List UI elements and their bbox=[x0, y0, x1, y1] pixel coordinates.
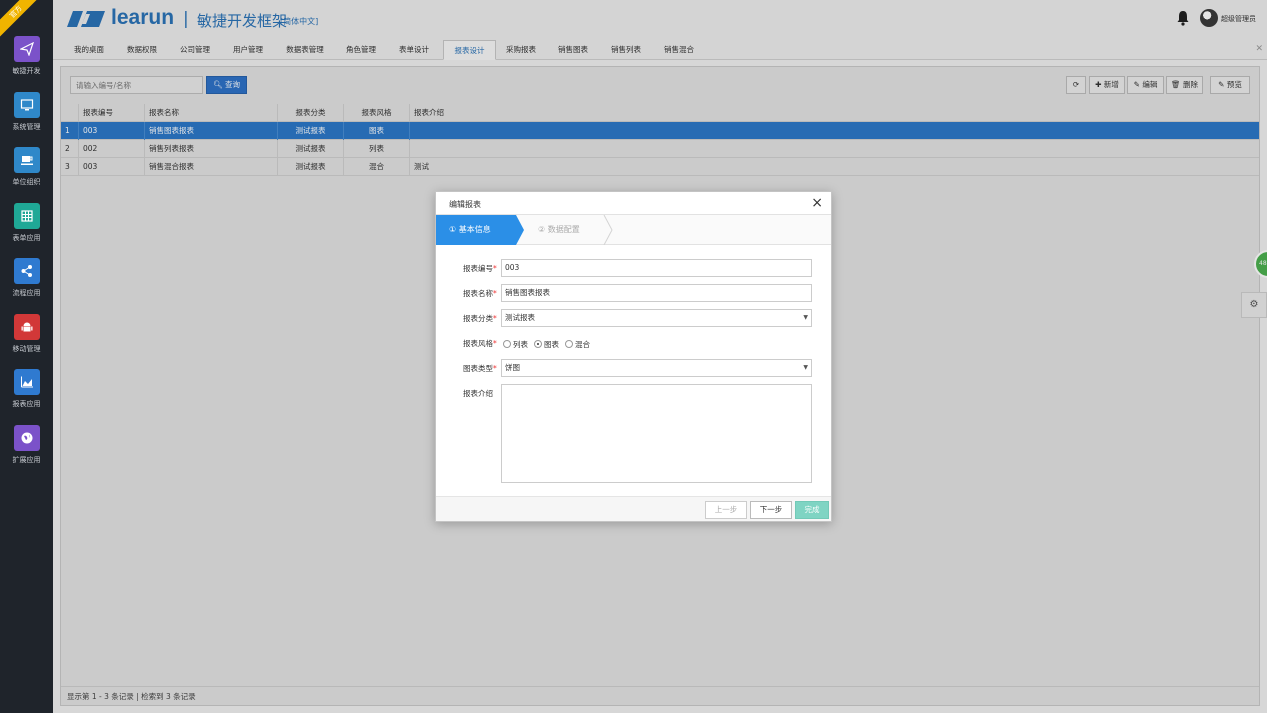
sidebar-item-label: 扩展应用 bbox=[12, 456, 41, 464]
code-label: 报表编号* bbox=[463, 264, 497, 273]
wizard-steps: ① 基本信息 ② 数据配置 bbox=[436, 215, 831, 245]
table-icon bbox=[13, 203, 40, 229]
required-mark: * bbox=[493, 339, 497, 348]
step-data-config[interactable]: ② 数据配置 bbox=[538, 215, 580, 245]
report-name-input[interactable]: 销售图表报表 bbox=[501, 284, 812, 302]
finish-button[interactable]: 完成 bbox=[795, 501, 829, 519]
official-badge: 官方 bbox=[0, 0, 40, 40]
prev-step-button[interactable]: 上一步 bbox=[705, 501, 747, 519]
dialog-title: 编辑报表 bbox=[449, 200, 481, 209]
dialog-footer: 上一步 下一步 完成 bbox=[436, 496, 831, 521]
name-label: 报表名称* bbox=[463, 289, 497, 298]
share-icon bbox=[13, 258, 40, 284]
desc-label: 报表介绍 bbox=[463, 389, 493, 398]
globe-icon bbox=[13, 425, 40, 451]
sidebar-item-label: 敏捷开发 bbox=[12, 67, 41, 75]
chart-type-select[interactable]: 饼图 ▼ bbox=[501, 359, 812, 377]
sidebar-item-form-app[interactable]: 表单应用 bbox=[0, 203, 53, 253]
next-step-button[interactable]: 下一步 bbox=[750, 501, 792, 519]
required-mark: * bbox=[493, 289, 497, 298]
sidebar-item-mobile[interactable]: 移动管理 bbox=[0, 314, 53, 364]
radio-button[interactable] bbox=[503, 340, 511, 348]
style-option-chart[interactable]: 图表 bbox=[534, 339, 559, 350]
chart-type-label: 图表类型* bbox=[463, 364, 497, 373]
left-sidebar: 官方 敏捷开发 系统管理 单位组织 表单应用 流程应用 移动管理 报表应用 扩展… bbox=[0, 0, 53, 713]
sidebar-item-label: 流程应用 bbox=[12, 289, 41, 297]
coffee-icon bbox=[13, 147, 40, 173]
close-icon[interactable]: × bbox=[811, 195, 823, 211]
style-option-list[interactable]: 列表 bbox=[503, 339, 528, 350]
required-mark: * bbox=[493, 264, 497, 273]
official-badge-text: 官方 bbox=[0, 0, 40, 38]
report-style-radio-group: 列表 图表 混合 bbox=[503, 338, 596, 350]
sidebar-item-label: 系统管理 bbox=[12, 123, 41, 131]
paper-plane-icon bbox=[13, 36, 40, 62]
required-mark: * bbox=[493, 364, 497, 373]
sidebar-item-report-app[interactable]: 报表应用 bbox=[0, 369, 53, 419]
sidebar-item-agile-dev[interactable]: 敏捷开发 bbox=[0, 36, 53, 86]
sidebar-item-extend-app[interactable]: 扩展应用 bbox=[0, 425, 53, 475]
sidebar-item-org[interactable]: 单位组织 bbox=[0, 147, 53, 197]
radio-button[interactable] bbox=[565, 340, 573, 348]
area-chart-icon bbox=[13, 369, 40, 395]
edit-report-dialog: 编辑报表 × ① 基本信息 ② 数据配置 报表编号* 003 报表名称* 销售图… bbox=[435, 191, 832, 522]
report-desc-textarea[interactable] bbox=[501, 384, 812, 483]
sidebar-item-label: 单位组织 bbox=[12, 178, 41, 186]
chart-type-selected-value: 饼图 bbox=[505, 363, 520, 372]
sidebar-item-label: 移动管理 bbox=[12, 345, 41, 353]
android-icon bbox=[13, 314, 40, 340]
category-selected-value: 测试报表 bbox=[505, 313, 535, 322]
step-basic-info[interactable]: ① 基本信息 bbox=[436, 215, 524, 245]
sidebar-item-flow-app[interactable]: 流程应用 bbox=[0, 258, 53, 308]
sidebar-item-system[interactable]: 系统管理 bbox=[0, 92, 53, 142]
sidebar-item-label: 表单应用 bbox=[12, 234, 41, 242]
category-label: 报表分类* bbox=[463, 314, 497, 323]
required-mark: * bbox=[493, 314, 497, 323]
chevron-down-icon: ▼ bbox=[803, 314, 808, 321]
style-option-mixed[interactable]: 混合 bbox=[565, 339, 590, 350]
report-category-select[interactable]: 测试报表 ▼ bbox=[501, 309, 812, 327]
chevron-down-icon: ▼ bbox=[803, 364, 808, 371]
monitor-icon bbox=[13, 92, 40, 118]
style-label: 报表风格* bbox=[463, 339, 497, 348]
radio-button-checked[interactable] bbox=[534, 340, 542, 348]
sidebar-item-label: 报表应用 bbox=[12, 400, 41, 408]
report-code-input[interactable]: 003 bbox=[501, 259, 812, 277]
